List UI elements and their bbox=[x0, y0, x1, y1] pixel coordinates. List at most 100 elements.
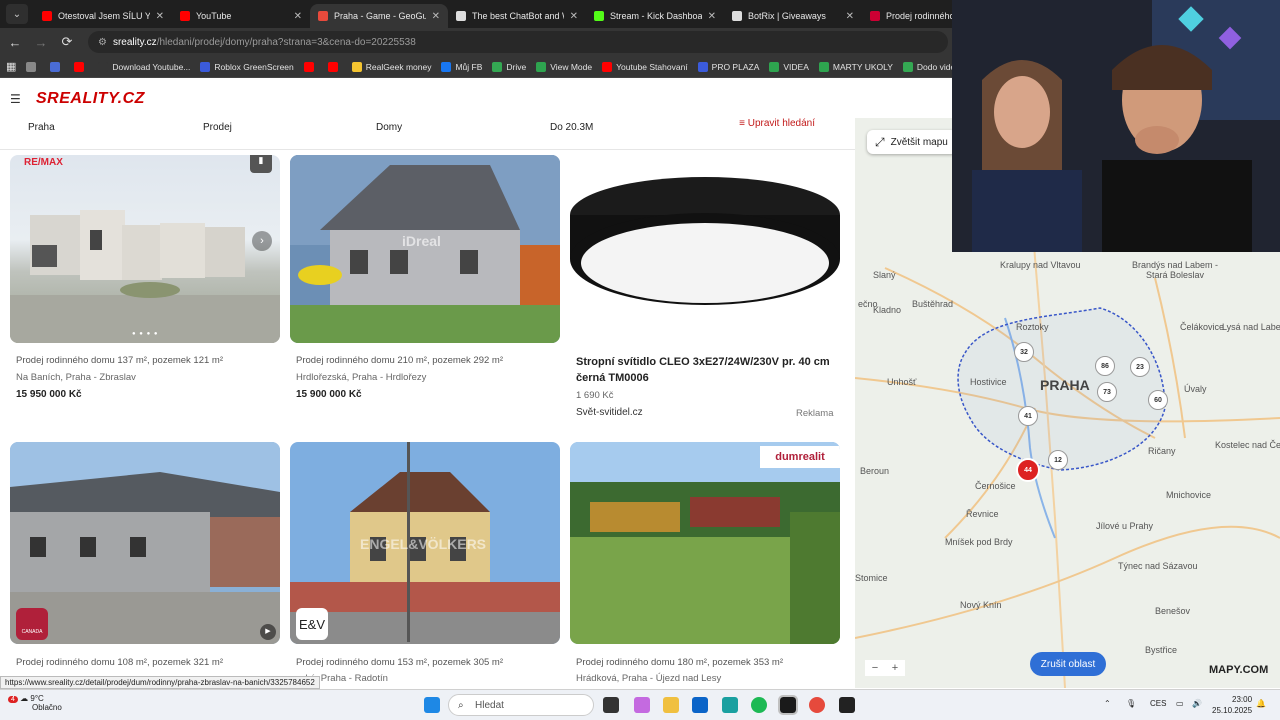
windows-start-icon[interactable] bbox=[424, 697, 440, 713]
bookmark-item[interactable]: Download Youtube... bbox=[98, 61, 190, 72]
bookmark-icon[interactable]: ▮ bbox=[250, 155, 272, 173]
sreality-logo[interactable]: SREALITY.CZ bbox=[36, 90, 145, 108]
capcut-icon[interactable] bbox=[778, 695, 798, 715]
tab-list: Otestoval Jsem SÍLU YOU✕YouTube✕Praha - … bbox=[34, 0, 1000, 28]
bookmark-item[interactable]: Můj FB bbox=[441, 61, 482, 72]
system-clock[interactable]: 23:00 25.10.2025 bbox=[1212, 694, 1252, 716]
map-place-label: Ričany bbox=[1148, 446, 1176, 456]
bookmark-item[interactable] bbox=[303, 61, 318, 72]
browser-tab[interactable]: YouTube ✕ bbox=[172, 4, 310, 28]
tab-title: BotRix | Giveaways bbox=[748, 11, 826, 21]
filter-location[interactable]: Praha bbox=[28, 122, 55, 133]
bookmark-item[interactable]: VIDEA bbox=[769, 61, 809, 72]
bookmark-favicon-icon bbox=[536, 61, 547, 72]
browser-tab[interactable]: BotRix | Giveaways ✕ bbox=[724, 4, 862, 28]
listing-image-6[interactable]: dumrealit bbox=[570, 442, 840, 644]
listing-title-5[interactable]: Prodej rodinného domu 153 m², pozemek 30… bbox=[296, 657, 503, 668]
browser-tab[interactable]: Stream - Kick Dashboard ✕ bbox=[586, 4, 724, 28]
tab-close-icon[interactable]: ✕ bbox=[846, 11, 854, 22]
ad-seller[interactable]: Svět-svitidel.cz bbox=[576, 407, 643, 418]
map-cluster-marker[interactable]: 32 bbox=[1014, 342, 1034, 362]
map-cluster-marker[interactable]: 41 bbox=[1018, 406, 1038, 426]
cancel-area-button[interactable]: Zrušit oblast bbox=[1030, 652, 1106, 676]
map-cluster-marker[interactable]: 44 bbox=[1016, 458, 1040, 482]
copilot-icon[interactable] bbox=[634, 697, 650, 713]
bookmark-item[interactable] bbox=[50, 61, 64, 72]
weather-desc: Oblačno bbox=[32, 703, 62, 712]
agency-watermark: ENGEL&VÖLKERS bbox=[360, 536, 487, 552]
bookmark-item[interactable]: View Mode bbox=[536, 61, 592, 72]
next-image-icon[interactable]: › bbox=[252, 231, 272, 251]
filter-category[interactable]: Domy bbox=[376, 122, 402, 133]
edit-search-label: Upravit hledání bbox=[747, 118, 815, 129]
task-view-icon[interactable] bbox=[603, 697, 619, 713]
enlarge-map-button[interactable]: ⤢ Zvětšit mapu bbox=[867, 130, 957, 154]
listing-title-2[interactable]: Prodej rodinného domu 210 m², pozemek 29… bbox=[296, 355, 503, 366]
edit-search-button[interactable]: ≡ Upravit hledání bbox=[739, 118, 815, 129]
menu-icon[interactable]: ☰ bbox=[10, 92, 21, 106]
bookmark-item[interactable] bbox=[327, 61, 342, 72]
apps-icon[interactable]: ▦ bbox=[6, 60, 16, 73]
listing-image-5[interactable]: ENGEL&VÖLKERS E&V bbox=[290, 442, 560, 644]
video-play-icon[interactable]: ▶ bbox=[260, 624, 276, 640]
filter-type[interactable]: Prodej bbox=[203, 122, 232, 133]
microphone-icon[interactable]: 🎙 bbox=[1126, 699, 1136, 708]
tab-close-icon[interactable]: ✕ bbox=[432, 11, 440, 22]
listing-image-4[interactable]: CANADA ▶ bbox=[10, 442, 280, 644]
url-path: /hledani/prodej/domy/praha?strana=3&cena… bbox=[156, 36, 416, 48]
bookmark-item[interactable]: RealGeek money bbox=[351, 61, 431, 72]
bookmark-item[interactable]: Drive bbox=[492, 61, 526, 72]
chrome-icon[interactable] bbox=[809, 697, 825, 713]
map-cluster-marker[interactable]: 60 bbox=[1148, 390, 1168, 410]
ad-title[interactable]: Stropní svítidlo CLEO 3xE27/24W/230V pr.… bbox=[576, 354, 846, 386]
forward-button[interactable]: → bbox=[30, 35, 52, 50]
listing-image-2[interactable]: iDreal bbox=[290, 155, 560, 343]
tab-close-icon[interactable]: ✕ bbox=[570, 11, 578, 22]
spotify-icon[interactable] bbox=[751, 697, 767, 713]
reload-button[interactable]: ⟳ bbox=[56, 34, 78, 50]
bookmark-item[interactable]: Roblox GreenScreen bbox=[200, 61, 294, 72]
file-explorer-icon[interactable] bbox=[663, 697, 679, 713]
url-input[interactable]: ⚙ sreality.cz/hledani/prodej/domy/praha?… bbox=[88, 31, 948, 53]
tray-chevron-icon[interactable]: ⌃ bbox=[1104, 699, 1111, 708]
site-info-icon[interactable]: ⚙ bbox=[98, 37, 107, 48]
bookmark-item[interactable] bbox=[74, 61, 88, 72]
ad-image[interactable] bbox=[570, 155, 840, 343]
tab-close-icon[interactable]: ✕ bbox=[294, 11, 302, 22]
bookmark-item[interactable]: Youtube Stahovaní bbox=[602, 61, 688, 72]
back-button[interactable]: ← bbox=[4, 35, 26, 50]
map-cluster-marker[interactable]: 12 bbox=[1048, 450, 1068, 470]
bookmark-item[interactable] bbox=[26, 61, 40, 72]
browser-tab[interactable]: Praha - Game - GeoGues ✕ bbox=[310, 4, 448, 28]
listing-title-4[interactable]: Prodej rodinného domu 108 m², pozemek 32… bbox=[16, 657, 223, 668]
bookmark-item[interactable]: PRO PLAZA bbox=[697, 61, 759, 72]
carousel-dots[interactable]: ● ● ● ● bbox=[132, 331, 159, 337]
network-icon[interactable]: ▭ bbox=[1176, 699, 1184, 708]
zoom-in-icon[interactable]: + bbox=[892, 662, 898, 674]
outlook-icon[interactable] bbox=[692, 697, 708, 713]
browser-tab[interactable]: The best ChatBot and Wi ✕ bbox=[448, 4, 586, 28]
tab-close-icon[interactable]: ✕ bbox=[708, 11, 716, 22]
tab-search-button[interactable]: ⌄ bbox=[6, 4, 28, 24]
map-cluster-marker[interactable]: 23 bbox=[1130, 357, 1150, 377]
listing-title-1[interactable]: Prodej rodinného domu 137 m², pozemek 12… bbox=[16, 355, 223, 366]
edge-icon[interactable] bbox=[722, 697, 738, 713]
weather-widget[interactable]: 4 ☁ 9°C Oblačno bbox=[8, 694, 62, 712]
listing-image-1[interactable]: RE/MAX ▮ › ● ● ● ● bbox=[10, 155, 280, 343]
weather-badge: 4 bbox=[8, 696, 18, 703]
listing-title-6[interactable]: Prodej rodinného domu 180 m², pozemek 35… bbox=[576, 657, 783, 668]
zoom-out-icon[interactable]: − bbox=[872, 662, 878, 674]
browser-tab[interactable]: Otestoval Jsem SÍLU YOU ✕ bbox=[34, 4, 172, 28]
epic-games-icon[interactable] bbox=[839, 697, 855, 713]
agency-badge: dumrealit bbox=[760, 446, 840, 468]
map-cluster-marker[interactable]: 86 bbox=[1095, 356, 1115, 376]
map-cluster-marker[interactable]: 73 bbox=[1097, 382, 1117, 402]
taskbar-search[interactable]: ⌕ Hledat bbox=[448, 694, 594, 716]
notification-icon[interactable]: 🔔 bbox=[1256, 699, 1266, 708]
map-place-label: Mnichovice bbox=[1166, 490, 1212, 500]
language-indicator[interactable]: CES bbox=[1150, 699, 1166, 708]
volume-icon[interactable]: 🔊 bbox=[1192, 699, 1202, 708]
tab-close-icon[interactable]: ✕ bbox=[156, 11, 164, 22]
bookmark-item[interactable]: MARTY UKOLY bbox=[818, 61, 893, 72]
filter-price[interactable]: Do 20.3M bbox=[550, 122, 593, 133]
